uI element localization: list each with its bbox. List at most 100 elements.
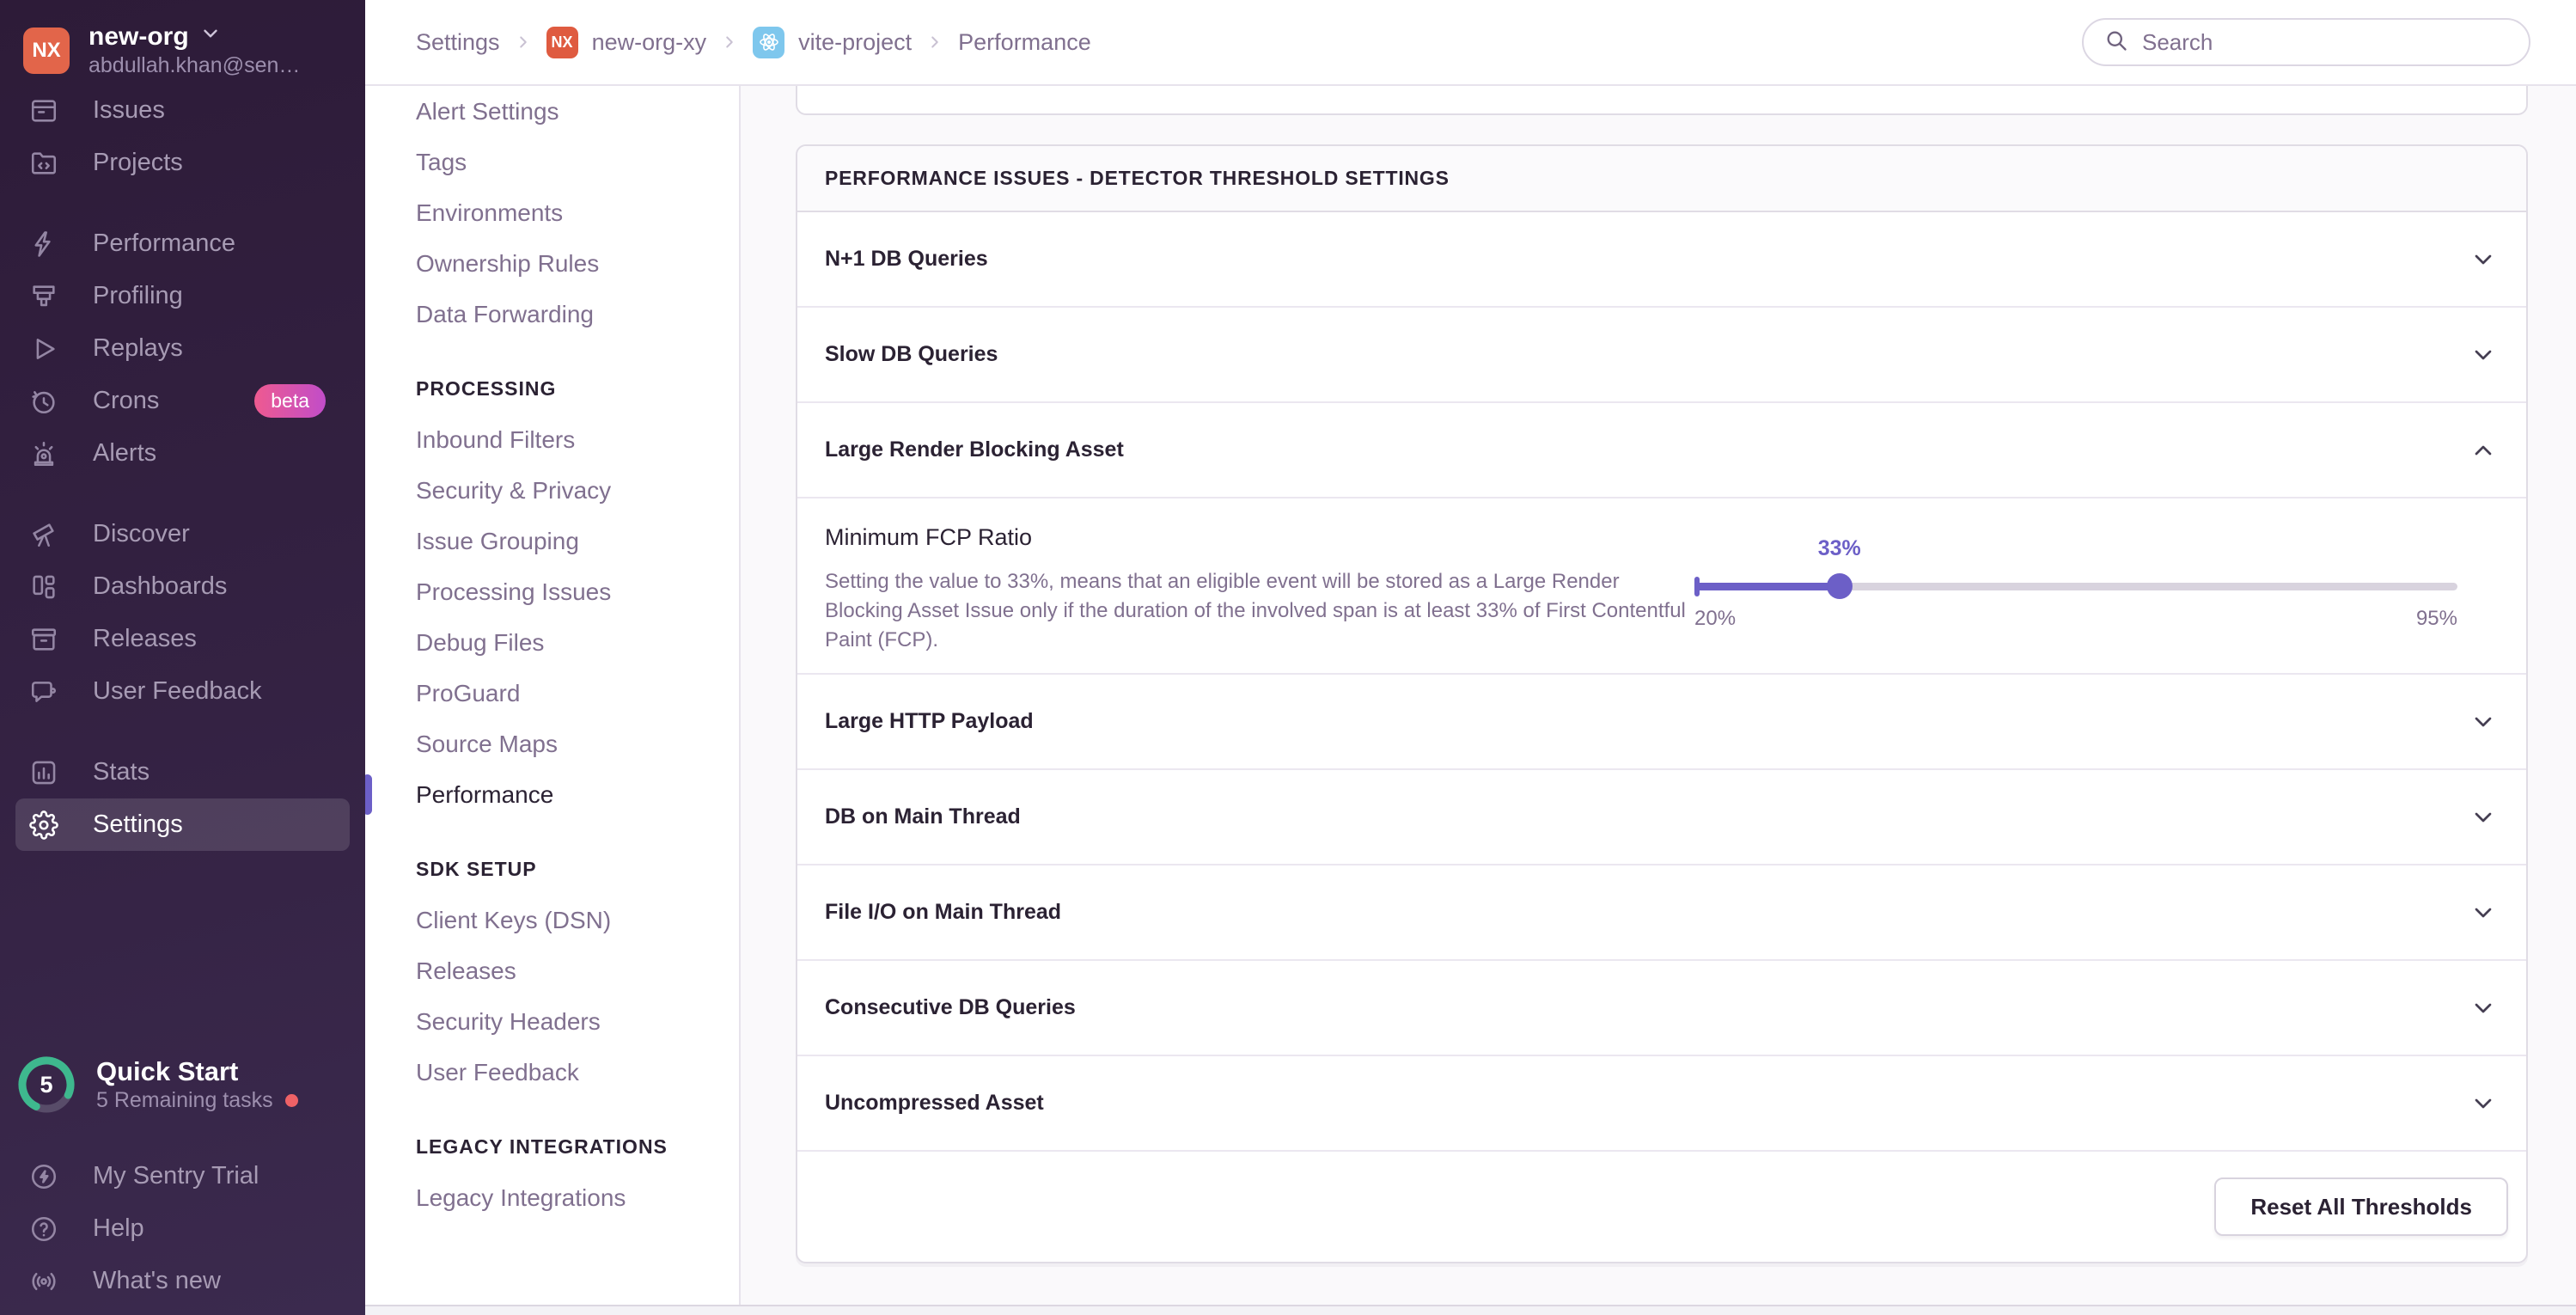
settings-nav-environments[interactable]: Environments <box>365 187 739 238</box>
help-icon <box>29 1214 58 1244</box>
settings-nav-inbound-filters[interactable]: Inbound Filters <box>365 414 739 465</box>
chevron-down-icon <box>2469 899 2497 927</box>
clock-icon <box>29 387 58 416</box>
quick-start-title: Quick Start <box>96 1056 239 1086</box>
settings-nav-processing-issues[interactable]: Processing Issues <box>365 566 739 617</box>
chevron-down-icon <box>2469 804 2497 831</box>
slider-start-tick <box>1694 577 1700 596</box>
settings-nav-performance[interactable]: Performance <box>365 769 739 820</box>
feedback-bubble-icon <box>29 677 58 706</box>
sidebar-item-performance[interactable]: Performance <box>15 217 350 270</box>
breadcrumb-page: Performance <box>958 28 1091 55</box>
settings-nav-source-maps[interactable]: Source Maps <box>365 719 739 769</box>
accordion-row-uncompressed-asset[interactable]: Uncompressed Asset <box>797 1056 2526 1152</box>
accordion-row-file-io-on-main-thread[interactable]: File I/O on Main Thread <box>797 865 2526 961</box>
settings-nav-data-forwarding[interactable]: Data Forwarding <box>365 289 739 339</box>
play-icon <box>29 334 58 364</box>
previous-panel-remnant <box>796 86 2528 115</box>
accordion-row-db-on-main-thread[interactable]: DB on Main Thread <box>797 770 2526 865</box>
setting-description: Setting the value to 33%, means that an … <box>825 570 1686 651</box>
accordion-row-slow-db-queries[interactable]: Slow DB Queries <box>797 308 2526 403</box>
slider-track[interactable] <box>1694 573 2457 599</box>
quick-start-count: 5 <box>40 1071 53 1098</box>
breadcrumb-settings[interactable]: Settings <box>416 29 500 56</box>
slider-value: 33% <box>1817 536 1861 560</box>
notification-dot <box>284 1094 298 1107</box>
quick-start-progress-ring: 5 <box>15 1054 77 1116</box>
breadcrumb: Settings NX new-org-xy vite-project Perf… <box>416 26 1091 58</box>
sidebar-item-crons[interactable]: Crons beta <box>15 375 350 427</box>
search-input[interactable] <box>2142 28 2508 56</box>
folder-code-icon <box>29 149 58 178</box>
settings-nav-releases[interactable]: Releases <box>365 945 739 996</box>
sidebar-item-discover[interactable]: Discover <box>15 508 350 560</box>
quick-start-card[interactable]: 5 Quick Start 5 Remaining tasks <box>15 1054 350 1116</box>
accordion-row-large-http-payload[interactable]: Large HTTP Payload <box>797 675 2526 770</box>
sidebar-item-settings[interactable]: Settings <box>15 798 350 851</box>
settings-nav-user-feedback[interactable]: User Feedback <box>365 1047 739 1098</box>
sidebar-item-stats[interactable]: Stats <box>15 746 350 798</box>
broadcast-icon <box>29 1267 58 1296</box>
settings-nav-alert-settings[interactable]: Alert Settings <box>365 86 739 137</box>
gear-icon <box>29 810 58 840</box>
settings-nav-tags[interactable]: Tags <box>365 137 739 187</box>
sidebar-item-whats-new[interactable]: What's new <box>15 1255 350 1307</box>
settings-nav-legacy-integrations[interactable]: Legacy Integrations <box>365 1172 739 1223</box>
setting-title: Minimum FCP Ratio <box>825 524 1033 550</box>
sidebar-item-user-feedback[interactable]: User Feedback <box>15 665 350 718</box>
settings-nav-security-privacy[interactable]: Security & Privacy <box>365 465 739 516</box>
settings-nav-issue-grouping[interactable]: Issue Grouping <box>365 516 739 566</box>
sidebar-item-releases[interactable]: Releases <box>15 613 350 665</box>
react-project-icon <box>753 26 785 58</box>
sidebar-item-help[interactable]: Help <box>15 1202 350 1255</box>
slider-thumb[interactable] <box>1826 573 1853 599</box>
sidebar-item-dashboards[interactable]: Dashboards <box>15 560 350 613</box>
org-switcher[interactable]: NX new-org abdullah.khan@sen… <box>23 22 353 79</box>
topbar: Settings NX new-org-xy vite-project Perf… <box>365 0 2576 86</box>
chevron-right-icon <box>720 33 739 52</box>
sidebar-item-alerts[interactable]: Alerts <box>15 427 350 480</box>
sidebar-footer: My Sentry Trial Help What's new <box>15 1150 350 1307</box>
search-box[interactable] <box>2082 18 2530 66</box>
settings-nav-header-processing: PROCESSING <box>416 377 557 400</box>
breadcrumb-project[interactable]: vite-project <box>753 26 912 58</box>
sidebar-item-my-sentry-trial[interactable]: My Sentry Trial <box>15 1150 350 1202</box>
accordion-row-large-render-blocking-asset[interactable]: Large Render Blocking Asset <box>797 403 2526 498</box>
settings-nav-client-keys[interactable]: Client Keys (DSN) <box>365 895 739 945</box>
accordion-row-n-plus-one-db-queries[interactable]: N+1 DB Queries <box>797 212 2526 308</box>
panel-header: PERFORMANCE ISSUES - DETECTOR THRESHOLD … <box>797 146 2526 212</box>
sidebar-item-projects[interactable]: Projects <box>15 137 350 189</box>
settings-nav-debug-files[interactable]: Debug Files <box>365 617 739 668</box>
chevron-down-icon <box>2469 341 2497 369</box>
sidebar-item-profiling[interactable]: Profiling <box>15 270 350 322</box>
flamegraph-icon <box>29 282 58 311</box>
slider-min-label: 20% <box>1694 607 1737 630</box>
settings-nav-ownership-rules[interactable]: Ownership Rules <box>365 238 739 289</box>
detector-threshold-panel: PERFORMANCE ISSUES - DETECTOR THRESHOLD … <box>796 144 2528 1263</box>
slider-max-label: 95% <box>2415 607 2457 630</box>
settings-nav-proguard[interactable]: ProGuard <box>365 668 739 719</box>
nav-group-gap <box>15 189 350 217</box>
beta-badge: beta <box>254 384 326 418</box>
reset-all-thresholds-button[interactable]: Reset All Thresholds <box>2214 1177 2508 1236</box>
panel-footer: Reset All Thresholds <box>797 1152 2526 1262</box>
settings-nav-security-headers[interactable]: Security Headers <box>365 996 739 1047</box>
sidebar-item-issues[interactable]: Issues <box>15 84 350 137</box>
primary-sidebar: NX new-org abdullah.khan@sen… Issues Pro… <box>0 0 365 1315</box>
nav-group-gap <box>15 480 350 508</box>
sidebar-item-replays[interactable]: Replays <box>15 322 350 375</box>
telescope-icon <box>29 520 58 549</box>
archive-box-icon <box>29 625 58 654</box>
active-nav-indicator <box>365 774 372 815</box>
large-render-blocking-asset-detail: Minimum FCP Ratio Setting the value to 3… <box>797 498 2526 675</box>
settings-nav-header-legacy-integrations: LEGACY INTEGRATIONS <box>416 1135 668 1158</box>
quick-start-subtitle: 5 Remaining tasks <box>96 1088 273 1112</box>
chevron-right-icon <box>925 33 944 52</box>
nav-group-gap <box>15 718 350 746</box>
siren-icon <box>29 439 58 468</box>
dashboard-grid-icon <box>29 572 58 602</box>
breadcrumb-organization[interactable]: NX new-org-xy <box>546 26 706 58</box>
accordion-row-consecutive-db-queries[interactable]: Consecutive DB Queries <box>797 961 2526 1056</box>
lightning-icon <box>29 229 58 259</box>
main-content: PERFORMANCE ISSUES - DETECTOR THRESHOLD … <box>741 86 2576 1305</box>
